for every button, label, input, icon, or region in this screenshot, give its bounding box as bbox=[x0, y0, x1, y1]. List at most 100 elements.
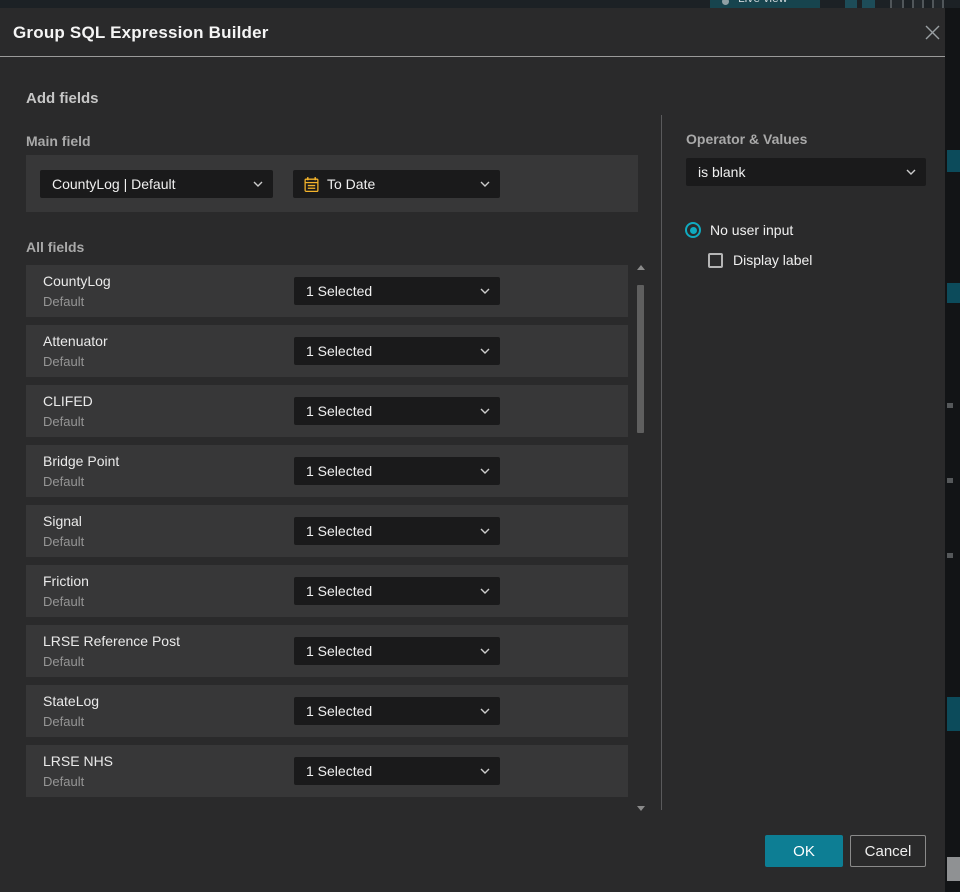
checkbox-unchecked-icon bbox=[708, 252, 723, 268]
field-name: CLIFED bbox=[43, 393, 93, 409]
field-row: Bridge Point Default 1 Selected bbox=[26, 445, 628, 497]
cancel-button[interactable]: Cancel bbox=[850, 835, 926, 867]
group-sql-expression-builder-dialog: Group SQL Expression Builder Add fields … bbox=[0, 8, 945, 892]
main-field-type-dropdown[interactable]: To Date bbox=[293, 170, 500, 198]
close-icon[interactable] bbox=[919, 19, 945, 45]
chevron-down-icon bbox=[253, 181, 263, 187]
field-selected-dropdown[interactable]: 1 Selected bbox=[294, 457, 500, 485]
field-selected-dropdown[interactable]: 1 Selected bbox=[294, 577, 500, 605]
display-label-checkbox[interactable]: Display label bbox=[708, 252, 812, 268]
field-selected-dropdown[interactable]: 1 Selected bbox=[294, 697, 500, 725]
dropdown-value: is blank bbox=[698, 164, 746, 180]
field-subtitle: Default bbox=[43, 774, 85, 789]
dialog-header: Group SQL Expression Builder bbox=[0, 8, 945, 57]
field-selected-dropdown[interactable]: 1 Selected bbox=[294, 757, 500, 785]
background-fragment bbox=[947, 857, 960, 881]
dropdown-value: 1 Selected bbox=[306, 283, 373, 299]
field-name: Bridge Point bbox=[43, 453, 120, 469]
toolbar-icon[interactable] bbox=[890, 0, 904, 8]
operator-dropdown[interactable]: is blank bbox=[686, 158, 926, 186]
field-name: Attenuator bbox=[43, 333, 108, 349]
field-selected-dropdown[interactable]: 1 Selected bbox=[294, 637, 500, 665]
dropdown-value: 1 Selected bbox=[306, 763, 373, 779]
background-fragment bbox=[947, 478, 953, 483]
live-dot-icon bbox=[722, 0, 729, 5]
chevron-down-icon bbox=[480, 468, 490, 474]
field-subtitle: Default bbox=[43, 714, 85, 729]
field-row: CountyLog Default 1 Selected bbox=[26, 265, 628, 317]
background-fragment bbox=[947, 553, 953, 558]
dropdown-value: 1 Selected bbox=[306, 703, 373, 719]
field-subtitle: Default bbox=[43, 294, 85, 309]
chevron-down-icon bbox=[906, 169, 916, 175]
field-subtitle: Default bbox=[43, 594, 85, 609]
chevron-down-icon bbox=[480, 768, 490, 774]
toolbar-icon[interactable] bbox=[862, 0, 875, 8]
chevron-down-icon bbox=[480, 288, 490, 294]
field-row: StateLog Default 1 Selected bbox=[26, 685, 628, 737]
list-scrollbar[interactable] bbox=[636, 263, 646, 813]
screen: Live view Group SQL Expression Builder A… bbox=[0, 0, 960, 892]
field-row: LRSE Reference Post Default 1 Selected bbox=[26, 625, 628, 677]
dropdown-value: 1 Selected bbox=[306, 523, 373, 539]
add-fields-heading: Add fields bbox=[26, 90, 99, 107]
field-subtitle: Default bbox=[43, 654, 85, 669]
field-name: LRSE NHS bbox=[43, 753, 114, 769]
chevron-down-icon bbox=[480, 181, 490, 187]
field-subtitle: Default bbox=[43, 474, 85, 489]
field-name: Friction bbox=[43, 573, 89, 589]
dialog-title: Group SQL Expression Builder bbox=[13, 23, 269, 42]
field-row: Attenuator Default 1 Selected bbox=[26, 325, 628, 377]
radio-selected-icon bbox=[685, 222, 701, 238]
field-selected-dropdown[interactable]: 1 Selected bbox=[294, 517, 500, 545]
all-fields-label: All fields bbox=[26, 239, 85, 255]
ok-button[interactable]: OK bbox=[765, 835, 843, 867]
field-name: Signal bbox=[43, 513, 82, 529]
field-row: Friction Default 1 Selected bbox=[26, 565, 628, 617]
dropdown-value: To Date bbox=[327, 176, 376, 192]
dropdown-value: 1 Selected bbox=[306, 463, 373, 479]
live-view-label: Live view bbox=[738, 0, 787, 5]
scrollbar-thumb[interactable] bbox=[637, 285, 644, 433]
chevron-down-icon bbox=[480, 588, 490, 594]
field-selected-dropdown[interactable]: 1 Selected bbox=[294, 397, 500, 425]
dropdown-value: 1 Selected bbox=[306, 403, 373, 419]
field-name: CountyLog bbox=[43, 273, 111, 289]
operator-values-label: Operator & Values bbox=[686, 131, 808, 147]
toolbar-icon[interactable] bbox=[912, 0, 924, 8]
background-fragment bbox=[947, 697, 960, 731]
background-toolbar: Live view bbox=[0, 0, 960, 8]
dropdown-value: 1 Selected bbox=[306, 643, 373, 659]
vertical-divider bbox=[661, 115, 662, 810]
background-fragment bbox=[947, 150, 960, 172]
toolbar-icon[interactable] bbox=[845, 0, 857, 8]
main-field-dropdown[interactable]: CountyLog | Default bbox=[40, 170, 273, 198]
field-subtitle: Default bbox=[43, 534, 85, 549]
no-user-input-radio[interactable]: No user input bbox=[685, 222, 793, 238]
field-name: LRSE Reference Post bbox=[43, 633, 180, 649]
background-fragment bbox=[947, 403, 953, 408]
field-row: LRSE NHS Default 1 Selected bbox=[26, 745, 628, 797]
field-row: CLIFED Default 1 Selected bbox=[26, 385, 628, 437]
live-view-button[interactable]: Live view bbox=[710, 0, 820, 8]
chevron-down-icon bbox=[480, 408, 490, 414]
background-edge bbox=[945, 8, 960, 892]
field-name: StateLog bbox=[43, 693, 100, 709]
field-subtitle: Default bbox=[43, 354, 85, 369]
background-fragment bbox=[947, 283, 960, 303]
dropdown-value: 1 Selected bbox=[306, 583, 373, 599]
dropdown-value: 1 Selected bbox=[306, 343, 373, 359]
dropdown-value: CountyLog | Default bbox=[52, 176, 176, 192]
field-row: Signal Default 1 Selected bbox=[26, 505, 628, 557]
field-selected-dropdown[interactable]: 1 Selected bbox=[294, 337, 500, 365]
chevron-down-icon bbox=[480, 528, 490, 534]
main-field-panel: CountyLog | Default To Date bbox=[26, 155, 638, 212]
scroll-up-icon[interactable] bbox=[637, 265, 645, 270]
main-field-label: Main field bbox=[26, 133, 91, 149]
radio-label: No user input bbox=[710, 222, 794, 238]
field-selected-dropdown[interactable]: 1 Selected bbox=[294, 277, 500, 305]
chevron-down-icon bbox=[480, 348, 490, 354]
chevron-down-icon bbox=[480, 708, 490, 714]
scroll-down-icon[interactable] bbox=[637, 806, 645, 811]
toolbar-icon[interactable] bbox=[932, 0, 944, 8]
